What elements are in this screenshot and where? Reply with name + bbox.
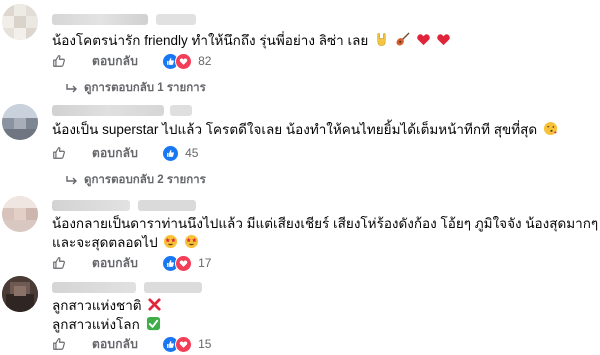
comment-actions: ตอบกลับ 15 [52,334,211,354]
comment-text: น้องโคตรน่ารัก friendly ทำให้นึกถึง รุ่น… [52,31,451,50]
commenter-name[interactable] [52,200,130,211]
reaction-count: 15 [198,337,212,351]
reply-arrow-icon [66,84,77,93]
reply-button[interactable]: ตอบกลับ [92,144,138,163]
rock-hand-icon [377,33,386,46]
commenter-name[interactable] [52,282,136,293]
reply-arrow-icon [66,176,77,185]
like-outline-icon[interactable] [52,146,66,160]
view-replies-link[interactable]: ดูการตอบกลับ 1 รายการ [66,79,206,97]
comment-text: น้องกลายเป็นดาราท่านนึงไปแล้ว มีแต่เสียง… [52,216,599,250]
commenter-name[interactable] [52,105,164,116]
comment-text: ลูกสาวแห่งชาติ ลูกสาวแห่งโลก [52,296,162,334]
view-replies-link[interactable]: ดูการตอบกลับ 2 รายการ [66,171,206,189]
like-outline-icon[interactable] [52,337,66,351]
reaction-count: 82 [198,54,212,68]
guitar-icon [396,32,410,46]
check-mark-icon [146,316,160,331]
avatar[interactable] [2,4,38,40]
heart-icon [416,34,430,46]
star-eyes-icon [164,234,178,249]
cross-mark-icon [148,298,161,311]
commenter-name[interactable] [52,14,148,25]
reactions-summary[interactable]: 45 [162,144,199,162]
kiss-face-icon [543,121,557,136]
reply-button[interactable]: ตอบกลับ [92,254,138,273]
like-reaction-icon [162,144,180,162]
avatar[interactable] [2,276,38,312]
avatar[interactable] [2,104,38,140]
reaction-count: 45 [185,146,199,160]
commenter-name [138,200,196,211]
star-eyes-icon [185,234,199,249]
love-reaction-icon [175,335,193,353]
love-reaction-icon [175,254,193,272]
comment-actions: ตอบกลับ 17 [52,253,211,273]
reaction-count: 17 [198,256,212,270]
reply-button[interactable]: ตอบกลับ [92,52,138,71]
comment-actions: ตอบกลับ 82 [52,51,211,71]
commenter-name [144,282,202,293]
reactions-summary[interactable]: 17 [162,254,212,272]
reactions-summary[interactable]: 15 [162,335,212,353]
heart-icon [437,34,451,46]
commenter-name [156,14,196,25]
avatar[interactable] [2,196,38,232]
reply-button[interactable]: ตอบกลับ [92,335,138,354]
love-reaction-icon [175,52,193,70]
comment-actions: ตอบกลับ 45 [52,143,198,163]
commenter-name [170,105,192,116]
like-outline-icon[interactable] [52,256,66,270]
like-outline-icon[interactable] [52,54,66,68]
comment-text: น้องเป็น superstar ไปแล้ว โครตดีใจเลย น้… [52,120,558,139]
reactions-summary[interactable]: 82 [162,52,212,70]
